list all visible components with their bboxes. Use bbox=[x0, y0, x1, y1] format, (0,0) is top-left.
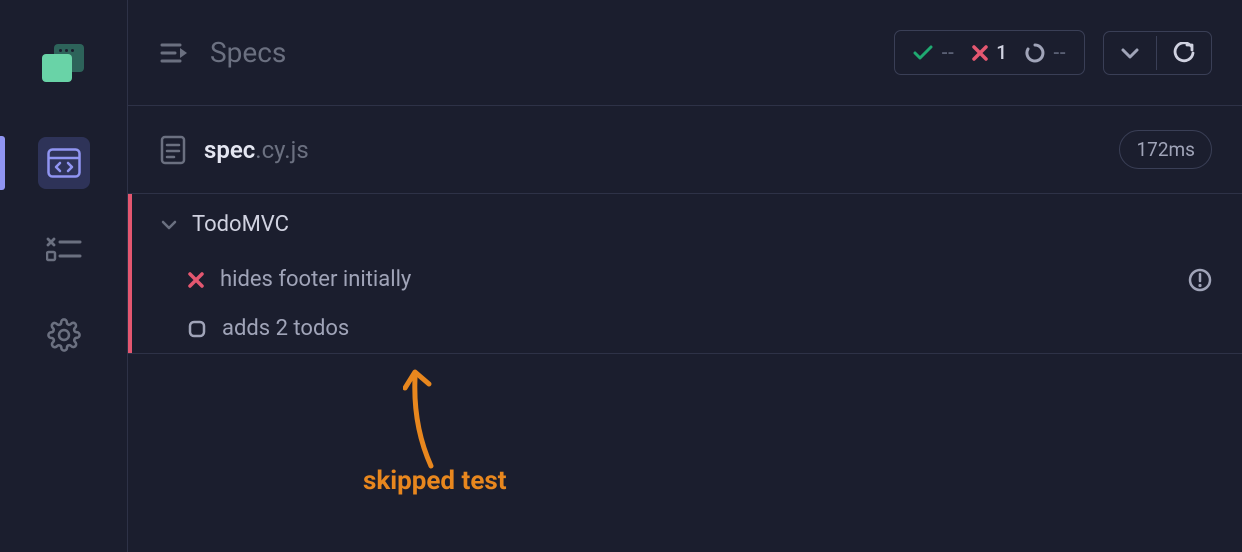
x-icon bbox=[972, 45, 988, 61]
sidebar bbox=[0, 0, 128, 552]
test-stats: -- 1 -- bbox=[894, 30, 1085, 75]
rerun-button[interactable] bbox=[1157, 32, 1211, 74]
duration-badge: 172ms bbox=[1119, 130, 1212, 169]
test-name: hides footer initially bbox=[220, 267, 411, 292]
sidebar-item-specs[interactable] bbox=[0, 124, 127, 202]
file-icon bbox=[160, 135, 186, 165]
test-list-icon bbox=[46, 235, 82, 263]
main-panel: Specs -- 1 bbox=[128, 0, 1242, 552]
chevron-down-icon bbox=[1120, 46, 1140, 60]
check-icon bbox=[913, 45, 933, 61]
stat-pending: -- bbox=[1053, 41, 1066, 64]
x-icon bbox=[188, 272, 204, 288]
test-name: adds 2 todos bbox=[222, 316, 349, 341]
cypress-logo bbox=[42, 40, 86, 84]
chevron-down-icon bbox=[160, 219, 178, 231]
spec-collapse-icon[interactable] bbox=[160, 42, 190, 64]
test-suite: TodoMVC hides footer initially adds 2 to… bbox=[128, 194, 1242, 353]
refresh-icon bbox=[1173, 42, 1195, 64]
annotation-label: skipped test bbox=[363, 466, 507, 496]
expand-button[interactable] bbox=[1104, 36, 1157, 70]
sidebar-item-settings[interactable] bbox=[0, 296, 127, 374]
pending-icon bbox=[1025, 43, 1045, 63]
test-row-pending[interactable]: adds 2 todos bbox=[132, 304, 1242, 353]
header: Specs -- 1 bbox=[128, 0, 1242, 106]
arrow-icon bbox=[403, 366, 463, 476]
page-title: Specs bbox=[210, 36, 286, 69]
spec-filename: spec.cy.js bbox=[204, 136, 309, 164]
error-icon[interactable] bbox=[1188, 268, 1212, 292]
suite-title: TodoMVC bbox=[192, 212, 289, 237]
gear-icon bbox=[47, 318, 81, 352]
browser-code-icon bbox=[47, 148, 81, 178]
stat-failed: 1 bbox=[996, 41, 1007, 64]
test-row-failed[interactable]: hides footer initially bbox=[132, 255, 1242, 304]
stat-passed: -- bbox=[941, 41, 954, 64]
sidebar-item-runs[interactable] bbox=[0, 210, 127, 288]
suite-header[interactable]: TodoMVC bbox=[132, 194, 1242, 255]
spec-file-row[interactable]: spec.cy.js 172ms bbox=[128, 106, 1242, 194]
pending-box-icon bbox=[188, 320, 206, 338]
